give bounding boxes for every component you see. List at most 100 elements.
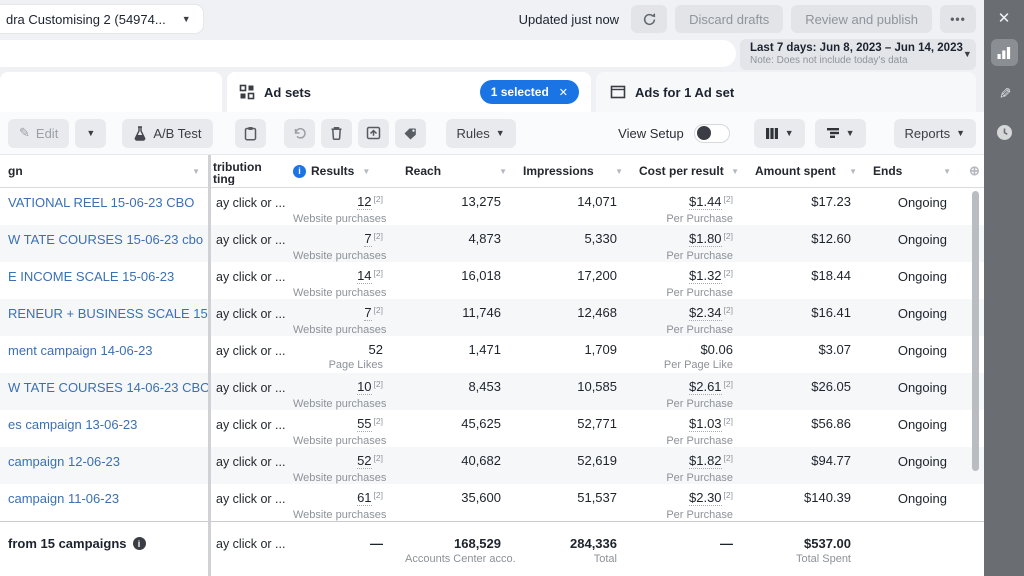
cost-value[interactable]: $1.80: [689, 231, 722, 247]
campaign-name-link[interactable]: RENEUR + BUSINESS SCALE 15-06-23: [8, 306, 208, 321]
impressions-cell: 51,537: [515, 484, 631, 521]
tab-ad-sets[interactable]: Ad sets 1 selected ✕: [227, 72, 591, 112]
ab-test-button[interactable]: A/B Test: [122, 119, 212, 148]
table-row[interactable]: VATIONAL REEL 15-06-23 CBO ay click or .…: [0, 188, 984, 225]
cost-per-result-cell: $2.61[2] Per Purchase: [631, 373, 747, 410]
view-setup-toggle[interactable]: [694, 124, 730, 143]
campaign-name-link[interactable]: ment campaign 14-06-23: [8, 343, 153, 358]
reports-button[interactable]: Reports ▼: [894, 119, 976, 148]
info-icon[interactable]: i: [293, 165, 306, 178]
campaign-name-link[interactable]: campaign 11-06-23: [8, 491, 119, 506]
more-options-button[interactable]: •••: [940, 5, 976, 33]
columns-button[interactable]: ▼: [754, 119, 805, 148]
campaign-cell: VATIONAL REEL 15-06-23 CBO: [0, 188, 208, 225]
column-header-amount-spent[interactable]: Amount spent ▼: [747, 164, 865, 178]
table-row[interactable]: es campaign 13-06-23 ay click or ... 55[…: [0, 410, 984, 447]
chevron-down-icon: ▼: [182, 15, 191, 24]
results-value[interactable]: 61: [357, 490, 371, 506]
table-row[interactable]: RENEUR + BUSINESS SCALE 15-06-23 ay clic…: [0, 299, 984, 336]
results-cell: 52 Page Likes: [285, 336, 397, 373]
results-value[interactable]: 55: [357, 416, 371, 432]
spent-value: $56.86: [755, 416, 851, 431]
campaign-name-link[interactable]: W TATE COURSES 15-06-23 cbo: [8, 232, 203, 247]
cost-value[interactable]: $2.61: [689, 379, 722, 395]
export-button[interactable]: [358, 119, 389, 148]
sort-caret-icon[interactable]: ▼: [499, 167, 507, 176]
table-row[interactable]: E INCOME SCALE 15-06-23 ay click or ... …: [0, 262, 984, 299]
campaign-name-link[interactable]: VATIONAL REEL 15-06-23 CBO: [8, 195, 194, 210]
ad-account-selector[interactable]: dra Customising 2 (54974... ▼: [0, 5, 203, 33]
date-range-selector[interactable]: Last 7 days: Jun 8, 2023 – Jun 14, 2023 …: [740, 39, 976, 70]
table-row[interactable]: campaign 12-06-23 ay click or ... 52[2] …: [0, 447, 984, 484]
duplicate-button[interactable]: [235, 119, 266, 148]
table-row[interactable]: W TATE COURSES 15-06-23 cbo ay click or …: [0, 225, 984, 262]
results-value[interactable]: 10: [357, 379, 371, 395]
table-row[interactable]: campaign 11-06-23 ay click or ... 61[2] …: [0, 484, 984, 521]
clear-selection-icon[interactable]: ✕: [559, 86, 568, 99]
spent-header-label: Amount spent: [755, 164, 836, 178]
info-icon[interactable]: i: [133, 537, 146, 550]
table-row[interactable]: W TATE COURSES 14-06-23 CBO ay click or …: [0, 373, 984, 410]
ends-cell: Ongoing: [865, 188, 959, 225]
sort-caret-icon[interactable]: ▼: [731, 167, 739, 176]
selected-count-badge[interactable]: 1 selected ✕: [480, 80, 579, 104]
search-input[interactable]: [0, 40, 736, 67]
campaign-name-link[interactable]: es campaign 13-06-23: [8, 417, 137, 432]
cost-value[interactable]: $1.82: [689, 453, 722, 469]
tab-campaigns[interactable]: [0, 72, 222, 112]
cost-value[interactable]: $0.06: [700, 342, 733, 357]
campaign-name-link[interactable]: W TATE COURSES 14-06-23 CBO: [8, 380, 208, 395]
revert-button[interactable]: [284, 119, 315, 148]
sort-caret-icon[interactable]: ▼: [849, 167, 857, 176]
cost-value[interactable]: $1.44: [689, 194, 722, 210]
history-tool[interactable]: [991, 119, 1018, 146]
results-value[interactable]: 7: [364, 231, 371, 247]
sort-caret-icon[interactable]: ▼: [615, 167, 623, 176]
review-and-publish-button[interactable]: Review and publish: [791, 5, 932, 33]
results-footnote: [2]: [374, 379, 383, 389]
cost-value[interactable]: $1.32: [689, 268, 722, 284]
edit-dropdown-button[interactable]: ▼: [75, 119, 106, 148]
column-header-campaign[interactable]: gn ▼: [0, 164, 208, 178]
table-row[interactable]: ment campaign 14-06-23 ay click or ... 5…: [0, 336, 984, 373]
results-value[interactable]: 52: [369, 342, 383, 357]
tab-ads[interactable]: Ads for 1 Ad set: [596, 72, 976, 112]
add-column-button[interactable]: ⊕: [959, 163, 984, 179]
frozen-column-divider[interactable]: [208, 155, 211, 576]
delete-button[interactable]: [321, 119, 352, 148]
column-header-reach[interactable]: Reach ▼: [397, 164, 515, 178]
results-value[interactable]: 14: [357, 268, 371, 284]
cost-sublabel: Per Purchase: [639, 508, 733, 521]
cost-value[interactable]: $2.30: [689, 490, 722, 506]
discard-drafts-button[interactable]: Discard drafts: [675, 5, 783, 33]
rules-button[interactable]: Rules ▼: [446, 119, 516, 148]
column-header-results[interactable]: i Results ▼: [285, 164, 397, 178]
column-header-cost-per-result[interactable]: Cost per result ▼: [631, 164, 747, 178]
results-value[interactable]: 7: [364, 305, 371, 321]
cost-value[interactable]: $1.03: [689, 416, 722, 432]
tags-button[interactable]: [395, 119, 426, 148]
cost-footnote: [2]: [724, 194, 733, 204]
campaign-name-link[interactable]: campaign 12-06-23: [8, 454, 120, 469]
sort-caret-icon[interactable]: ▼: [943, 167, 951, 176]
sort-caret-icon[interactable]: ▼: [192, 167, 200, 176]
campaign-name-link[interactable]: E INCOME SCALE 15-06-23: [8, 269, 174, 284]
column-header-attribution[interactable]: tribution ting: [208, 157, 285, 185]
vertical-scrollbar-thumb[interactable]: [972, 191, 979, 471]
results-value[interactable]: 12: [357, 194, 371, 210]
performance-charts-tool[interactable]: [991, 39, 1018, 66]
cost-sublabel: Per Page Like: [639, 358, 733, 372]
column-header-ends[interactable]: Ends ▼: [865, 164, 959, 178]
summary-cost: —: [639, 536, 733, 551]
results-value[interactable]: 52: [357, 453, 371, 469]
sort-caret-icon[interactable]: ▼: [362, 167, 370, 176]
results-footnote: [2]: [374, 305, 383, 315]
breakdown-button[interactable]: ▼: [815, 119, 866, 148]
edit-button[interactable]: ✎ Edit: [8, 119, 69, 148]
impressions-cell: 12,468: [515, 299, 631, 336]
close-icon[interactable]: ✕: [998, 11, 1011, 26]
column-header-impressions[interactable]: Impressions ▼: [515, 164, 631, 178]
refresh-button[interactable]: [631, 5, 667, 33]
edit-tool[interactable]: ✎: [991, 79, 1018, 106]
cost-value[interactable]: $2.34: [689, 305, 722, 321]
